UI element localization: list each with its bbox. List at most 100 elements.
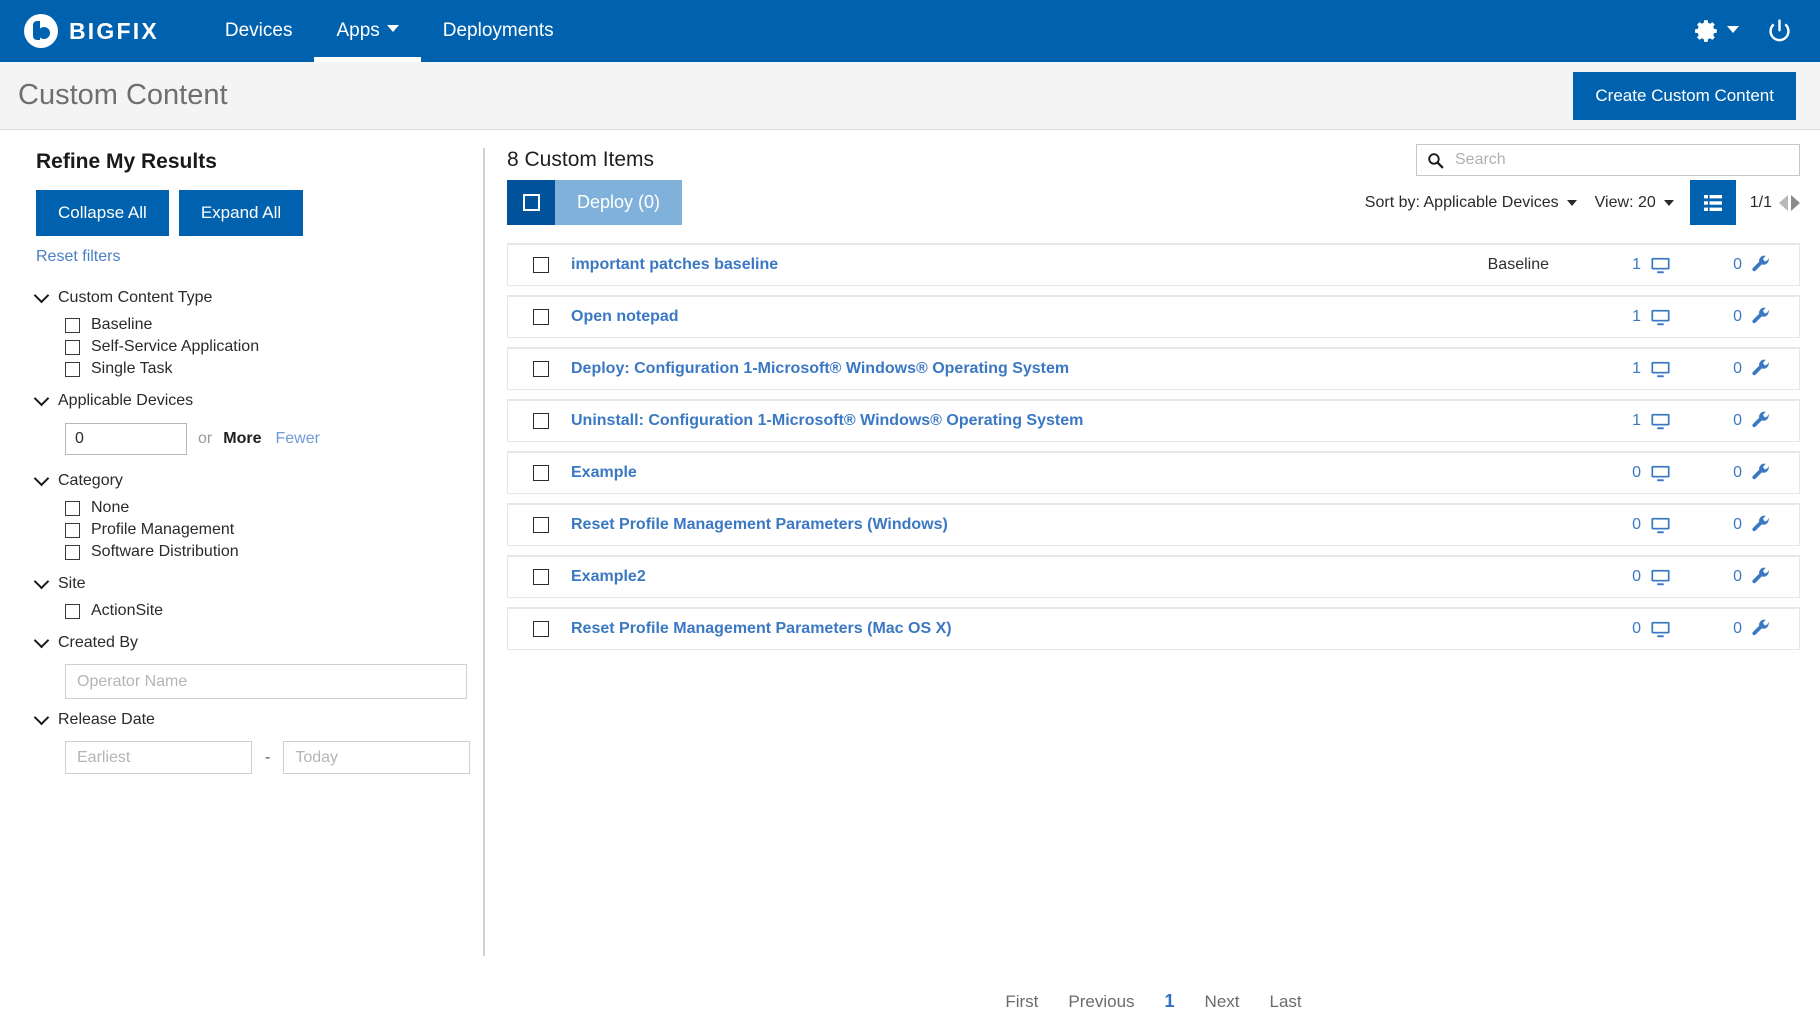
wrench-icon: [1752, 411, 1769, 428]
row-checkbox[interactable]: [533, 309, 549, 325]
filter-group-release-date-header[interactable]: Release Date: [33, 704, 473, 736]
row-title-link[interactable]: Reset Profile Management Parameters (Mac…: [571, 620, 952, 638]
filter-option-actionsite[interactable]: ActionSite: [65, 600, 473, 622]
row-deployments[interactable]: 0: [1671, 359, 1771, 379]
row-deployments[interactable]: 0: [1671, 515, 1771, 535]
select-all-checkbox-button[interactable]: [507, 180, 555, 225]
filter-group-category-header[interactable]: Category: [33, 465, 473, 497]
row-title-link[interactable]: important patches baseline: [571, 256, 778, 274]
row-applicable-devices[interactable]: 0: [1553, 463, 1671, 484]
row-checkbox[interactable]: [533, 257, 549, 273]
operator-name-input[interactable]: [65, 664, 467, 699]
list-view-toggle-button[interactable]: [1689, 180, 1736, 225]
filter-option-none-label: None: [91, 499, 130, 516]
view-count-dropdown[interactable]: View: 20: [1595, 194, 1674, 212]
pagination-next[interactable]: Next: [1205, 992, 1240, 1012]
filter-group-applicable-devices-header[interactable]: Applicable Devices: [33, 385, 473, 417]
settings-menu-button[interactable]: [1694, 18, 1739, 44]
next-page-arrow-icon[interactable]: [1791, 194, 1800, 211]
filter-group-created-by-header[interactable]: Created By: [33, 627, 473, 659]
power-logout-button[interactable]: [1765, 17, 1794, 46]
monitor-icon: [1651, 309, 1670, 325]
table-row[interactable]: Uninstall: Configuration 1-Microsoft® Wi…: [507, 399, 1800, 442]
bigfix-logo[interactable]: BIGFIX: [24, 14, 159, 48]
table-row[interactable]: Reset Profile Management Parameters (Mac…: [507, 607, 1800, 650]
filter-option-single-task-label: Single Task: [91, 360, 173, 377]
wrench-icon: [1752, 619, 1769, 636]
filter-group-content-type: Custom Content Type Baseline Self-Servic…: [33, 282, 473, 380]
expand-all-button[interactable]: Expand All: [178, 190, 304, 236]
row-applicable-devices[interactable]: 0: [1553, 515, 1671, 536]
row-deployments-count: 0: [1733, 308, 1742, 325]
checkbox-icon[interactable]: [65, 500, 80, 516]
pagination-current-page[interactable]: 1: [1165, 991, 1175, 1012]
row-applicable-devices[interactable]: 0: [1553, 567, 1671, 588]
table-row[interactable]: Deploy: Configuration 1-Microsoft® Windo…: [507, 347, 1800, 390]
filter-option-none[interactable]: None: [65, 497, 473, 519]
checkbox-icon[interactable]: [65, 544, 80, 560]
row-title-link[interactable]: Example: [571, 464, 637, 482]
reset-filters-link[interactable]: Reset filters: [36, 248, 120, 266]
search-input[interactable]: [1453, 150, 1789, 170]
row-deployments[interactable]: 0: [1671, 619, 1771, 639]
table-row[interactable]: Example2 0 0: [507, 555, 1800, 598]
row-title-link[interactable]: Example2: [571, 568, 646, 586]
row-checkbox[interactable]: [533, 569, 549, 585]
sort-by-dropdown[interactable]: Sort by: Applicable Devices: [1365, 194, 1577, 212]
release-date-from-input[interactable]: [65, 741, 252, 774]
row-deployments[interactable]: 0: [1671, 411, 1771, 431]
row-deployments[interactable]: 0: [1671, 255, 1771, 275]
row-applicable-devices[interactable]: 0: [1553, 619, 1671, 640]
previous-page-arrow-icon[interactable]: [1779, 194, 1788, 211]
row-deployments-count: 0: [1733, 360, 1742, 377]
nav-item-apps[interactable]: Apps: [314, 0, 422, 62]
row-checkbox[interactable]: [533, 465, 549, 481]
row-deployments[interactable]: 0: [1671, 567, 1771, 587]
pagination-previous[interactable]: Previous: [1068, 992, 1134, 1012]
deploy-button[interactable]: Deploy (0): [555, 180, 683, 225]
checkbox-icon[interactable]: [65, 603, 80, 619]
search-box[interactable]: [1416, 144, 1800, 176]
page-header: Custom Content Create Custom Content: [0, 62, 1820, 130]
row-title-link[interactable]: Reset Profile Management Parameters (Win…: [571, 516, 948, 534]
row-checkbox[interactable]: [533, 413, 549, 429]
row-checkbox[interactable]: [533, 361, 549, 377]
collapse-all-button[interactable]: Collapse All: [36, 190, 169, 236]
checkbox-icon[interactable]: [65, 339, 80, 355]
filter-option-self-service-application[interactable]: Self-Service Application: [65, 336, 473, 358]
filter-option-software-distribution[interactable]: Software Distribution: [65, 541, 473, 563]
table-row[interactable]: Open notepad 1 0: [507, 295, 1800, 338]
checkbox-icon[interactable]: [65, 522, 80, 538]
row-title-link[interactable]: Deploy: Configuration 1-Microsoft® Windo…: [571, 360, 1069, 378]
filter-group-content-type-header[interactable]: Custom Content Type: [33, 282, 473, 314]
pagination-first[interactable]: First: [1005, 992, 1038, 1012]
row-deployments[interactable]: 0: [1671, 463, 1771, 483]
filter-group-site-header[interactable]: Site: [33, 568, 473, 600]
nav-item-devices[interactable]: Devices: [203, 0, 315, 62]
more-link[interactable]: More: [223, 430, 261, 448]
row-applicable-devices[interactable]: 1: [1553, 359, 1671, 380]
applicable-devices-input[interactable]: [65, 423, 187, 455]
filter-option-profile-management[interactable]: Profile Management: [65, 519, 473, 541]
row-deployments[interactable]: 0: [1671, 307, 1771, 327]
table-row[interactable]: Example 0 0: [507, 451, 1800, 494]
row-checkbox[interactable]: [533, 621, 549, 637]
row-applicable-devices[interactable]: 1: [1553, 411, 1671, 432]
row-title-link[interactable]: Open notepad: [571, 308, 679, 326]
row-applicable-devices[interactable]: 1: [1553, 307, 1671, 328]
filter-option-single-task[interactable]: Single Task: [65, 358, 473, 380]
fewer-link[interactable]: Fewer: [275, 430, 319, 448]
filter-option-baseline[interactable]: Baseline: [65, 314, 473, 336]
nav-item-deployments[interactable]: Deployments: [421, 0, 576, 62]
pagination-last[interactable]: Last: [1270, 992, 1302, 1012]
checkbox-icon[interactable]: [65, 317, 80, 333]
table-row[interactable]: Reset Profile Management Parameters (Win…: [507, 503, 1800, 546]
row-title-link[interactable]: Uninstall: Configuration 1-Microsoft® Wi…: [571, 412, 1083, 430]
create-custom-content-button[interactable]: Create Custom Content: [1573, 71, 1796, 120]
checkbox-icon[interactable]: [65, 361, 80, 377]
table-row[interactable]: important patches baseline Baseline 1 0: [507, 243, 1800, 286]
row-checkbox[interactable]: [533, 517, 549, 533]
release-date-to-input[interactable]: [283, 741, 471, 774]
row-applicable-devices[interactable]: 1: [1553, 255, 1671, 276]
gear-icon: [1695, 20, 1717, 42]
